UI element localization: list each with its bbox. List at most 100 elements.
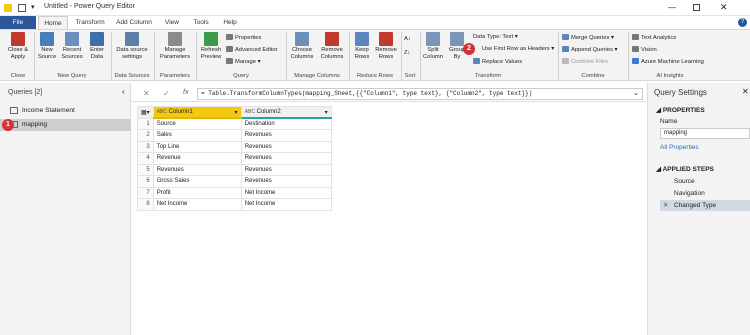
- append-queries-icon: [562, 46, 569, 52]
- cell[interactable]: Sales: [152, 129, 242, 142]
- table-row: 5 Revenues Revenues: [137, 163, 332, 176]
- group-reduce-rows-label: Reduce Rows: [356, 73, 394, 79]
- collapse-pane-icon[interactable]: ‹: [122, 87, 125, 96]
- all-properties-link[interactable]: All Properties: [660, 144, 699, 151]
- commit-icon[interactable]: ✓: [163, 89, 170, 98]
- group-sort-label: Sort: [404, 73, 416, 79]
- group-combine-label: Combine: [581, 73, 605, 79]
- applied-steps-header[interactable]: ◢ APPLIED STEPS: [656, 165, 714, 173]
- cell[interactable]: Profit: [152, 186, 242, 199]
- refresh-preview-button[interactable]: Refresh Preview: [198, 32, 224, 61]
- tab-transform[interactable]: Transform: [72, 16, 108, 29]
- divider: [196, 32, 197, 80]
- table-row: 6 Gross Sales Revenues: [137, 175, 332, 188]
- manage-parameters-button[interactable]: Manage Parameters: [156, 32, 194, 61]
- azure-ml-button[interactable]: Azure Machine Learning: [632, 58, 704, 65]
- save-icon[interactable]: [18, 4, 26, 12]
- sort-ascending-icon[interactable]: A↓: [404, 36, 411, 42]
- qat-dropdown-icon[interactable]: ▾: [31, 3, 35, 11]
- text-analytics-button[interactable]: Text Analytics: [632, 34, 676, 41]
- vision-button[interactable]: Vision: [632, 46, 657, 53]
- keep-rows-button[interactable]: Keep Rows: [351, 32, 373, 61]
- table-row: 1 Source Destination: [137, 117, 332, 130]
- choose-columns-button[interactable]: Choose Columns: [288, 32, 316, 61]
- data-source-settings-button[interactable]: Data source settings: [113, 32, 151, 61]
- merge-queries-icon: [562, 34, 569, 40]
- cell[interactable]: Revenue: [152, 152, 242, 165]
- cell[interactable]: Revenues: [240, 129, 332, 142]
- append-queries-button[interactable]: Append Queries ▾: [562, 46, 617, 53]
- text-type-icon[interactable]: ABC: [245, 109, 255, 115]
- query-item-mapping[interactable]: mapping: [0, 119, 131, 131]
- formula-input[interactable]: = Table.TransformColumnTypes(mapping_She…: [197, 88, 643, 100]
- tab-view[interactable]: View: [160, 16, 184, 29]
- expand-formula-icon[interactable]: ⌄: [633, 89, 639, 97]
- divider: [558, 32, 559, 80]
- delete-step-icon[interactable]: ✕: [663, 201, 668, 209]
- cell[interactable]: Net Income: [240, 198, 332, 211]
- cell[interactable]: Gross Sales: [152, 175, 242, 188]
- maximize-icon[interactable]: [693, 4, 700, 11]
- properties-section-header[interactable]: ◢ PROPERTIES: [656, 106, 705, 114]
- close-icon[interactable]: ✕: [720, 2, 728, 13]
- step-changed-type[interactable]: ✕ Changed Type: [660, 200, 750, 211]
- group-new-query-label: New Query: [57, 73, 87, 79]
- cell[interactable]: Revenues: [240, 152, 332, 165]
- combine-files-button[interactable]: Combine Files: [562, 58, 608, 65]
- manage-button[interactable]: Manage ▾: [226, 58, 260, 65]
- cell[interactable]: Revenues: [240, 140, 332, 153]
- cell[interactable]: Top Line: [152, 140, 242, 153]
- close-apply-button[interactable]: Close & Apply: [4, 32, 32, 61]
- use-first-row-headers-button[interactable]: Use First Row as Headers ▾: [482, 46, 554, 52]
- minimize-icon[interactable]: —: [668, 3, 676, 12]
- ribbon-tabs: File Home Transform Add Column View Tool…: [0, 16, 750, 29]
- step-navigation[interactable]: Navigation: [674, 190, 705, 197]
- column-header-1[interactable]: ABC Column1 ▾: [152, 106, 242, 119]
- cancel-icon[interactable]: ✕: [143, 89, 150, 98]
- cell[interactable]: Source: [152, 117, 242, 130]
- text-type-icon[interactable]: ABC: [157, 109, 167, 115]
- table-row: 3 Top Line Revenues: [137, 140, 332, 153]
- step-source[interactable]: Source: [674, 178, 695, 185]
- cell[interactable]: Net Income: [152, 198, 242, 211]
- cell[interactable]: Net Income: [240, 186, 332, 199]
- tab-add-column[interactable]: Add Column: [112, 16, 156, 29]
- help-icon[interactable]: ?: [738, 18, 747, 27]
- remove-columns-button[interactable]: Remove Columns: [318, 32, 346, 61]
- fx-icon[interactable]: fx: [183, 89, 188, 96]
- advanced-editor-icon: [226, 46, 233, 52]
- data-grid: ▦▾ ABC Column1 ▾ ABC Column2 ▾ 1 Source De…: [137, 106, 332, 211]
- cell[interactable]: Revenues: [240, 163, 332, 176]
- data-type-dropdown[interactable]: Data Type: Text ▾: [473, 34, 518, 40]
- column-header-2[interactable]: ABC Column2 ▾: [240, 106, 332, 119]
- cell[interactable]: Destination: [240, 117, 332, 130]
- tab-file[interactable]: File: [0, 16, 36, 29]
- tab-home[interactable]: Home: [38, 16, 68, 29]
- tab-help[interactable]: Help: [218, 16, 242, 29]
- split-column-button[interactable]: Split Column: [422, 32, 444, 61]
- filter-dropdown-icon[interactable]: ▾: [235, 109, 238, 116]
- query-item-income-statement[interactable]: Income Statement: [0, 105, 131, 116]
- recent-sources-button[interactable]: Recent Sources: [60, 32, 84, 61]
- new-source-icon: [40, 32, 54, 46]
- select-all-cell[interactable]: ▦▾: [137, 106, 154, 119]
- name-field[interactable]: mapping: [660, 128, 750, 139]
- sort-descending-icon[interactable]: Z↓: [404, 50, 410, 56]
- cell[interactable]: Revenues: [240, 175, 332, 188]
- replace-values-button[interactable]: Replace Values: [473, 58, 522, 65]
- new-source-button[interactable]: New Source: [36, 32, 58, 61]
- merge-queries-button[interactable]: Merge Queries ▾: [562, 34, 614, 41]
- table-row: 4 Revenue Revenues: [137, 152, 332, 165]
- replace-values-icon: [473, 58, 480, 64]
- group-close-label: Close: [10, 73, 26, 79]
- close-settings-icon[interactable]: ✕: [742, 87, 749, 96]
- filter-dropdown-icon[interactable]: ▾: [325, 109, 328, 116]
- azure-ml-icon: [632, 58, 639, 64]
- tab-tools[interactable]: Tools: [188, 16, 214, 29]
- cell[interactable]: Revenues: [152, 163, 242, 176]
- enter-data-button[interactable]: Enter Data: [86, 32, 108, 61]
- queries-pane: Queries [2] ‹ Income Statement mapping: [0, 83, 131, 335]
- properties-button[interactable]: Properties: [226, 34, 261, 41]
- advanced-editor-button[interactable]: Advanced Editor: [226, 46, 278, 53]
- remove-rows-button[interactable]: Remove Rows: [374, 32, 398, 61]
